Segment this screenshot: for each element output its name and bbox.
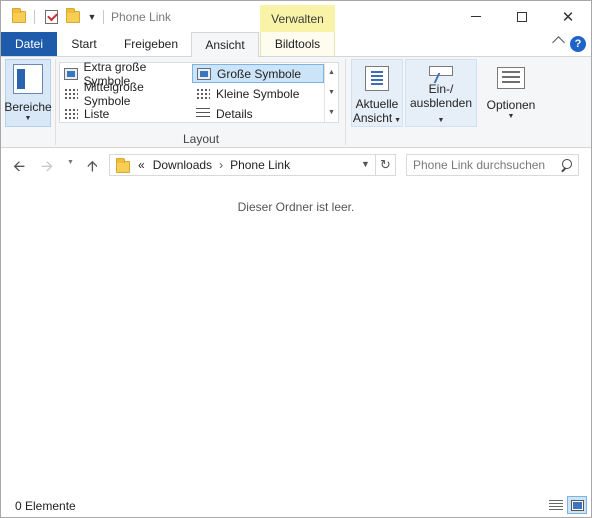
address-history-dropdown-icon[interactable]: ▼ xyxy=(361,159,370,169)
maximize-icon xyxy=(517,11,527,22)
details-icon xyxy=(196,107,210,120)
layout-large-icons[interactable]: Große Symbole xyxy=(192,64,324,83)
current-view-icon xyxy=(365,66,389,91)
small-icons-icon xyxy=(196,87,210,100)
customize-quick-access-icon[interactable]: ▼ xyxy=(87,8,97,26)
collapse-ribbon-icon[interactable] xyxy=(552,36,565,49)
back-arrow-icon[interactable]: 🡨 xyxy=(13,156,25,181)
gallery-scroll-up-icon[interactable]: ▲ xyxy=(328,69,335,76)
aktuelle-dropdown-icon: ▼ xyxy=(392,117,402,124)
ribbon-divider xyxy=(345,59,346,145)
navigation-bar: 🡨 🡪 ▼ 🡩 « Downloads › Phone Link ▼ ↻ Pho… xyxy=(1,149,591,181)
ribbon-tabs: Datei Start Freigeben Ansicht Bildtools … xyxy=(1,32,591,57)
aktuelle-ansicht-button[interactable]: Aktuelle Ansicht ▼ xyxy=(351,59,403,127)
tab-start[interactable]: Start xyxy=(57,32,111,56)
minimize-button[interactable] xyxy=(453,1,499,32)
einaus-dropdown-icon: ▼ xyxy=(437,117,445,124)
folder-icon[interactable] xyxy=(11,8,27,26)
recent-locations-icon[interactable]: ▼ xyxy=(67,159,74,166)
layout-details-label: Details xyxy=(216,106,253,121)
up-arrow-icon[interactable]: 🡩 xyxy=(87,156,98,181)
aktuelle-ansicht-label: Aktuelle Ansicht ▼ xyxy=(353,97,401,126)
aktuelle-label-line2: Ansicht xyxy=(352,111,393,125)
options-icon xyxy=(497,67,525,89)
explorer-window: ▼ Phone Link Verwalten ✕ Datei Start Fre… xyxy=(0,0,592,518)
optionen-label: Optionen xyxy=(486,98,536,112)
search-placeholder[interactable]: Phone Link durchsuchen xyxy=(413,158,560,172)
item-count: 0 Elemente xyxy=(15,499,76,513)
properties-icon[interactable] xyxy=(43,8,59,26)
optionen-button[interactable]: Optionen ▼ xyxy=(483,59,539,127)
show-hide-icon xyxy=(429,66,453,76)
title-divider xyxy=(103,10,104,24)
new-folder-icon[interactable] xyxy=(65,8,81,26)
gallery-expand-icon[interactable]: ▼ xyxy=(328,109,335,116)
ribbon-panel: Bereiche ▼ Extra große Symbole Große Sym… xyxy=(1,56,591,148)
tab-verwalten[interactable]: Verwalten xyxy=(260,5,335,32)
bereiche-label: Bereiche xyxy=(4,100,52,114)
layout-list[interactable]: Liste xyxy=(60,104,192,123)
details-view-button[interactable] xyxy=(546,496,566,514)
quick-access-divider xyxy=(34,10,35,24)
title-bar: ▼ Phone Link Verwalten ✕ xyxy=(1,1,591,32)
help-icon[interactable]: ? xyxy=(570,36,586,52)
forward-arrow-icon[interactable]: 🡪 xyxy=(41,156,53,181)
layout-small-icons[interactable]: Kleine Symbole xyxy=(192,84,324,103)
breadcrumb-separator[interactable]: › xyxy=(219,158,223,172)
layout-gallery: Extra große Symbole Große Symbole Mittel… xyxy=(59,60,339,123)
large-icons-view-button[interactable] xyxy=(567,496,587,514)
layout-list-label: Liste xyxy=(84,106,110,121)
medium-icons-icon xyxy=(64,87,78,100)
bereiche-button[interactable]: Bereiche ▼ xyxy=(4,59,52,127)
einaus-label-line1: Ein-/ xyxy=(428,82,454,96)
maximize-button[interactable] xyxy=(499,1,545,32)
close-icon: ✕ xyxy=(561,8,575,26)
search-icon[interactable] xyxy=(560,159,572,171)
layout-large-label: Große Symbole xyxy=(217,66,302,81)
close-button[interactable]: ✕ xyxy=(545,1,591,32)
status-bar: 0 Elemente xyxy=(1,494,591,517)
panes-icon xyxy=(13,64,43,94)
breadcrumb-overflow[interactable]: « xyxy=(138,158,145,172)
large-icons-view-icon xyxy=(570,499,584,511)
aktuelle-label-line1: Aktuelle xyxy=(355,97,399,111)
layout-medium-icons[interactable]: Mittelgroße Symbole xyxy=(60,80,192,108)
details-view-icon xyxy=(549,500,563,510)
breadcrumb-phone-link[interactable]: Phone Link xyxy=(230,158,290,172)
large-icons-icon xyxy=(197,67,211,80)
extra-large-icons-icon xyxy=(64,67,78,80)
address-folder-icon xyxy=(116,158,130,173)
search-box[interactable]: Phone Link durchsuchen xyxy=(406,154,579,176)
empty-folder-message: Dieser Ordner ist leer. xyxy=(237,200,355,214)
tab-bildtools[interactable]: Bildtools xyxy=(260,32,335,56)
layout-group-label: Layout xyxy=(183,132,220,146)
gallery-scroll-down-icon[interactable]: ▼ xyxy=(328,89,335,96)
breadcrumb-downloads[interactable]: Downloads xyxy=(153,158,212,172)
new-folder-icon-shape xyxy=(66,8,80,23)
gallery-scrollbar[interactable]: ▲ ▼ ▼ xyxy=(324,63,338,122)
folder-icon-shape xyxy=(12,8,26,23)
list-icon xyxy=(64,107,78,120)
window-title: Phone Link xyxy=(111,10,172,24)
checkmark-icon xyxy=(44,10,58,24)
ein-ausblenden-button[interactable]: Ein-/ ausblenden ▼ xyxy=(405,59,477,127)
ein-ausblenden-label: Ein-/ ausblenden ▼ xyxy=(406,82,476,126)
tab-ansicht[interactable]: Ansicht xyxy=(191,32,259,57)
file-list-area[interactable]: Dieser Ordner ist leer. xyxy=(1,181,591,493)
layout-small-label: Kleine Symbole xyxy=(216,86,300,101)
refresh-icon[interactable]: ↻ xyxy=(375,155,395,175)
tab-freigeben[interactable]: Freigeben xyxy=(111,32,191,56)
tab-datei[interactable]: Datei xyxy=(1,32,57,56)
layout-details[interactable]: Details xyxy=(192,104,324,123)
minimize-icon xyxy=(471,16,481,17)
bereiche-dropdown-icon: ▼ xyxy=(24,115,32,122)
optionen-dropdown-icon: ▼ xyxy=(507,113,515,120)
einaus-label-line2: ausblenden xyxy=(409,96,473,110)
address-bar[interactable]: « Downloads › Phone Link ▼ ↻ xyxy=(109,154,396,176)
ribbon-divider xyxy=(55,59,56,145)
